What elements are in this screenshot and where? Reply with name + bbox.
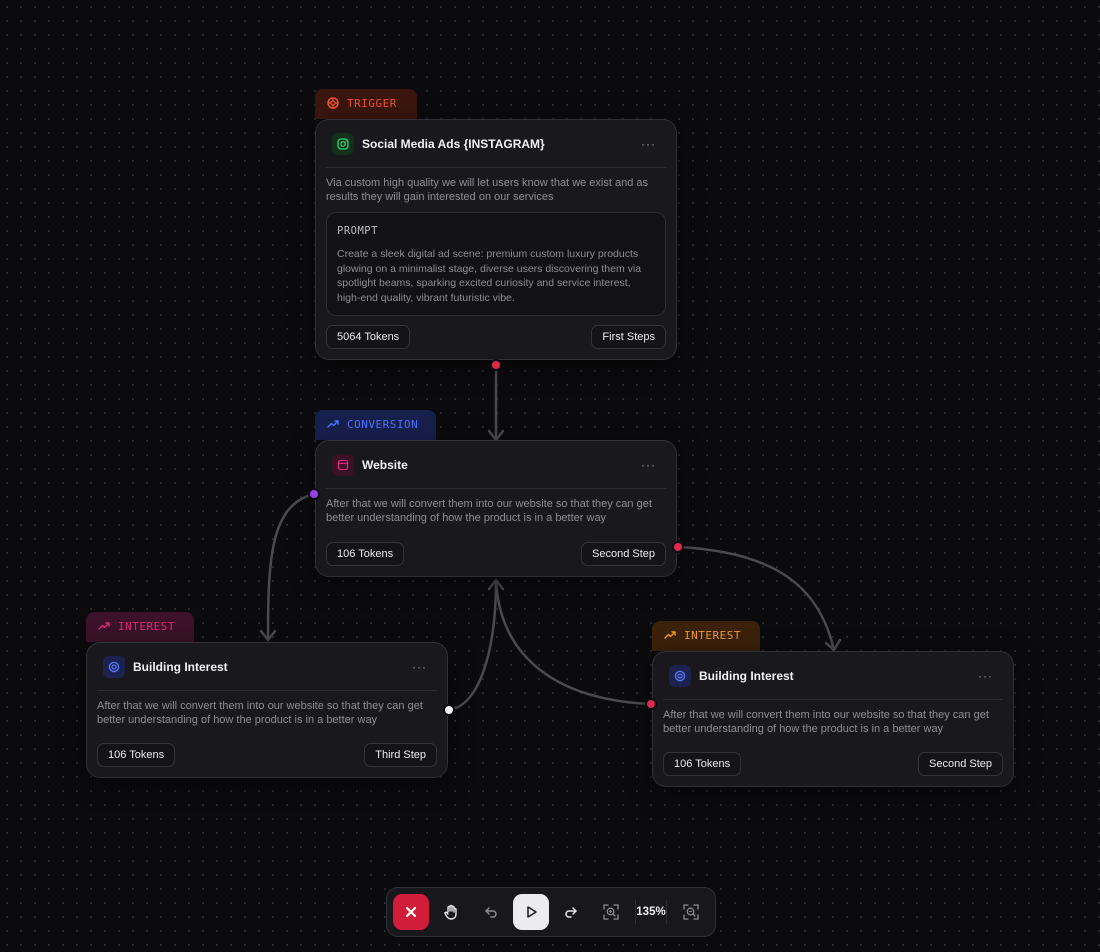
trending-up-icon	[664, 629, 676, 641]
trending-up-icon	[327, 418, 339, 430]
trigger-prompt-box[interactable]: PROMPT Create a sleek digital ad scene: …	[326, 212, 666, 316]
trigger-node-header[interactable]: Social Media Ads {INSTAGRAM} ···	[326, 120, 666, 168]
conversion-node-menu-button[interactable]: ···	[637, 456, 660, 474]
conversion-node-footer: 106 Tokens Second Step	[326, 542, 666, 566]
interest-right-node-menu-button[interactable]: ···	[974, 667, 997, 685]
trigger-node-title: Social Media Ads {INSTAGRAM}	[362, 136, 545, 151]
edge-interest-right-to-conversion	[494, 578, 653, 706]
trending-up-icon	[98, 620, 110, 632]
zoom-in-button[interactable]	[593, 894, 629, 930]
trigger-token-count: 5064 Tokens	[326, 325, 411, 349]
conversion-token-count: 106 Tokens	[326, 542, 405, 566]
conversion-step-badge[interactable]: Second Step	[581, 542, 666, 566]
hand-tool-button[interactable]	[433, 894, 469, 930]
interest-right-token-count: 106 Tokens	[663, 752, 742, 776]
interest-left-node-footer: 106 Tokens Third Step	[97, 743, 437, 767]
workflow-canvas[interactable]: TRIGGER Social Media Ads {INSTAGRAM} ···…	[0, 0, 1100, 952]
instagram-icon	[332, 132, 354, 155]
redo-button[interactable]	[553, 894, 589, 930]
conversion-node-title: Website	[362, 457, 408, 472]
interest-left-step-badge[interactable]: Third Step	[364, 743, 437, 767]
play-button[interactable]	[513, 894, 549, 930]
interest-right-tag-label: INTEREST	[684, 629, 741, 642]
undo-button[interactable]	[473, 894, 509, 930]
conversion-node-description: After that we will convert them into our…	[326, 498, 652, 524]
interest-right-input-handle[interactable]	[647, 700, 655, 708]
trigger-node-footer: 5064 Tokens First Steps	[326, 325, 666, 349]
target-icon	[103, 655, 125, 678]
trigger-tag-label: TRIGGER	[347, 97, 397, 110]
life-buoy-icon	[327, 97, 339, 109]
canvas-toolbar: 135%	[386, 887, 716, 937]
zoom-level: 135%	[635, 900, 667, 924]
interest-right-node-header[interactable]: Building Interest ···	[663, 652, 1003, 700]
interest-right-tag: INTEREST	[652, 621, 760, 651]
zoom-in-icon	[603, 904, 619, 920]
conversion-right-handle[interactable]	[674, 543, 682, 551]
browser-icon	[332, 453, 354, 476]
play-icon	[527, 906, 537, 918]
interest-right-node-title: Building Interest	[699, 668, 794, 683]
interest-left-tag-label: INTEREST	[118, 620, 175, 633]
trigger-output-handle[interactable]	[492, 361, 500, 369]
interest-left-node-description: After that we will convert them into our…	[97, 700, 423, 726]
edge-conversion-to-interest-left	[266, 492, 316, 642]
interest-left-node-title: Building Interest	[133, 659, 228, 674]
conversion-node[interactable]: Website ··· After that we will convert t…	[315, 440, 677, 577]
interest-left-node-menu-button[interactable]: ···	[408, 658, 431, 676]
interest-right-node[interactable]: Building Interest ··· After that we will…	[652, 651, 1014, 787]
interest-right-step-badge[interactable]: Second Step	[918, 752, 1003, 776]
edge-interest-left-to-conversion	[447, 578, 498, 712]
conversion-tag-label: CONVERSION	[347, 418, 419, 431]
interest-left-token-count: 106 Tokens	[97, 743, 176, 767]
redo-icon	[565, 907, 577, 918]
hand-icon	[444, 904, 457, 920]
undo-icon	[485, 907, 497, 918]
interest-left-tag: INTEREST	[86, 612, 194, 642]
trigger-node-menu-button[interactable]: ···	[637, 135, 660, 153]
interest-left-output-handle[interactable]	[445, 706, 453, 714]
close-button[interactable]	[393, 894, 429, 930]
zoom-out-icon	[683, 904, 699, 920]
interest-left-node[interactable]: Building Interest ··· After that we will…	[86, 642, 448, 778]
conversion-left-handle[interactable]	[310, 490, 318, 498]
prompt-text: Create a sleek digital ad scene: premium…	[337, 248, 642, 304]
trigger-node-description: Via custom high quality we will let user…	[326, 177, 649, 203]
conversion-tag: CONVERSION	[315, 410, 436, 440]
interest-left-node-header[interactable]: Building Interest ···	[97, 643, 437, 691]
conversion-node-header[interactable]: Website ···	[326, 441, 666, 489]
close-icon	[405, 906, 417, 918]
trigger-tag: TRIGGER	[315, 89, 417, 119]
trigger-step-badge[interactable]: First Steps	[591, 325, 666, 349]
prompt-label: PROMPT	[337, 225, 378, 237]
target-icon	[669, 664, 691, 687]
interest-right-node-description: After that we will convert them into our…	[663, 709, 989, 735]
zoom-out-button[interactable]	[673, 894, 709, 930]
trigger-node[interactable]: Social Media Ads {INSTAGRAM} ··· Via cus…	[315, 119, 677, 360]
interest-right-node-footer: 106 Tokens Second Step	[663, 752, 1003, 776]
